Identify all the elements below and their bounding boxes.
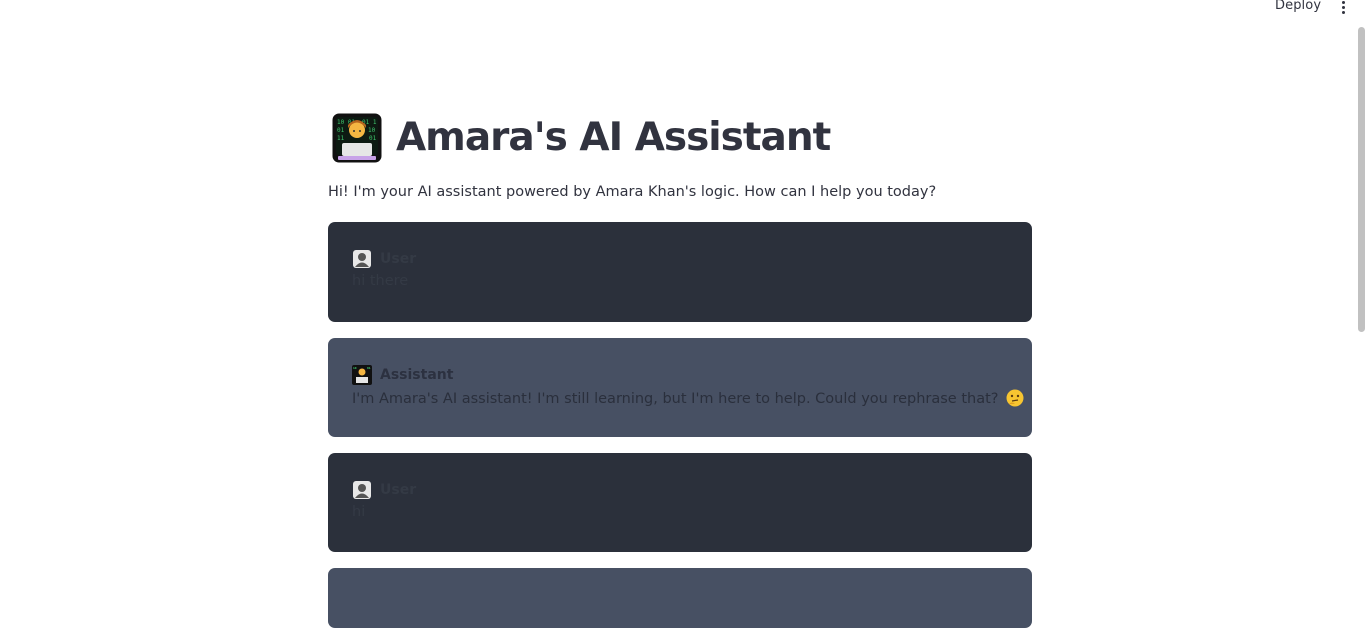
technologist-emoji-icon: 10 01 01 1 01 10 11 01 (332, 113, 382, 163)
page-title-row: 10 01 01 1 01 10 11 01 Amara's AI Assist… (332, 112, 831, 164)
svg-text:11: 11 (337, 135, 345, 142)
chat-message-user: User hi there (328, 222, 1032, 322)
ellipsis-dot (1342, 6, 1345, 9)
message-header: User (352, 480, 416, 500)
ellipsis-dot (1342, 11, 1345, 14)
svg-text:10: 10 (353, 366, 357, 370)
chat-message-assistant: 10 01 Assistant I'm Amara's AI assistant!… (328, 338, 1032, 437)
deploy-button[interactable]: Deploy (1275, 0, 1321, 13)
page-subtitle: Hi! I'm your AI assistant powered by Ama… (328, 184, 937, 200)
user-silhouette-icon (353, 481, 371, 499)
chat-message-assistant-partial (328, 568, 1032, 628)
svg-text:01: 01 (367, 366, 371, 370)
svg-text:01: 01 (337, 127, 345, 134)
message-header: User (352, 249, 416, 269)
message-author: User (380, 251, 417, 267)
message-text: I'm Amara's AI assistant! I'm still lear… (352, 389, 1024, 407)
main-menu-button[interactable] (1337, 0, 1351, 14)
page-title: Amara's AI Assistant (396, 115, 831, 160)
chat-message-user: User hi (328, 453, 1032, 552)
svg-text:10: 10 (368, 127, 376, 134)
message-text: hi there (352, 273, 409, 289)
user-silhouette-icon (353, 250, 371, 268)
message-text: hi (352, 504, 366, 520)
message-author: Assistant (380, 367, 454, 383)
thinking-face-emoji-icon (1006, 389, 1024, 407)
svg-text:01: 01 (369, 135, 377, 142)
vertical-ellipsis-icon (1342, 1, 1345, 4)
message-text-content: I'm Amara's AI assistant! I'm still lear… (352, 391, 999, 407)
technologist-emoji-icon: 10 01 (352, 365, 372, 385)
app-header: Deploy (0, 0, 1366, 14)
page-scrollbar[interactable] (1358, 27, 1365, 332)
message-header: 10 01 Assistant (352, 365, 453, 385)
message-author: User (380, 482, 417, 498)
